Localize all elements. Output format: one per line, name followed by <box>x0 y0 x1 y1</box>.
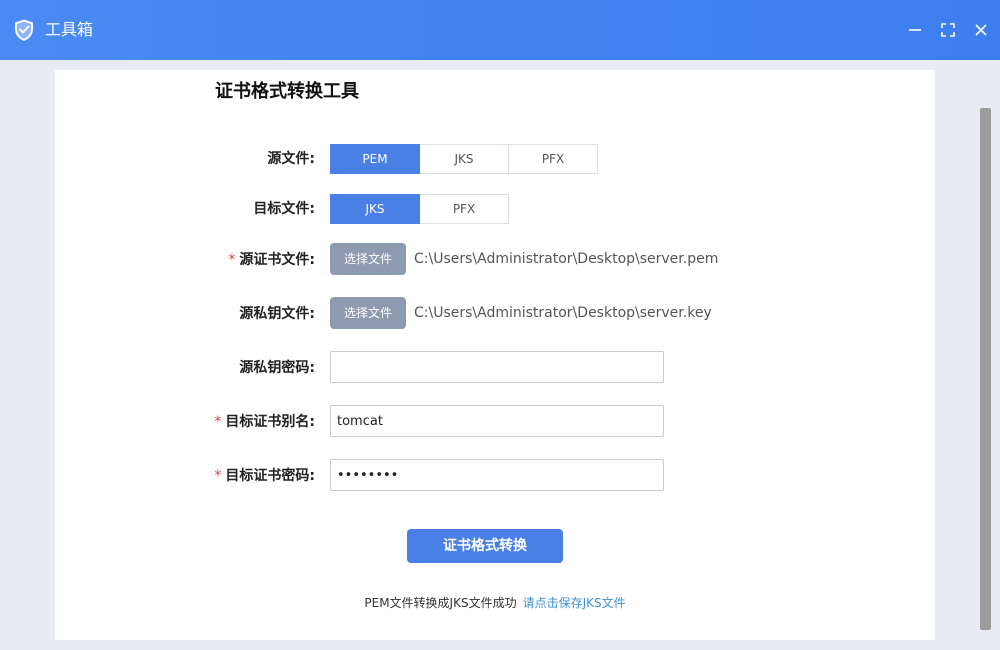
maximize-button[interactable] <box>938 20 958 40</box>
page-title: 证书格式转换工具 <box>215 81 359 102</box>
target-alias-row: * 目标证书别名: <box>55 405 935 439</box>
source-key-password-label: 源私钥密码: <box>239 360 315 376</box>
required-mark: * <box>214 414 222 430</box>
convert-button[interactable]: 证书格式转换 <box>407 529 563 563</box>
source-key-row: 源私钥文件: 选择文件 C:\Users\Administrator\Deskt… <box>55 297 935 331</box>
close-icon <box>975 24 987 36</box>
choose-source-key-button[interactable]: 选择文件 <box>330 297 406 329</box>
target-alias-label: * 目标证书别名: <box>214 405 315 439</box>
minimize-button[interactable] <box>905 20 925 40</box>
status-message: PEM文件转换成JKS文件成功 <box>364 596 517 610</box>
main-panel: 证书格式转换工具 源文件: PEM JKS PFX 目标文件: JKS PFX … <box>55 70 935 640</box>
title-bar: 工具箱 <box>0 0 1000 60</box>
source-key-password-row: 源私钥密码: <box>55 351 935 385</box>
source-format-option-pem[interactable]: PEM <box>330 144 420 174</box>
target-alias-label-text: 目标证书别名: <box>225 414 315 430</box>
source-format-label: 源文件: <box>267 151 315 167</box>
shield-check-icon <box>12 18 36 42</box>
target-format-segmented: JKS PFX <box>330 194 509 224</box>
save-jks-link[interactable]: 请点击保存JKS文件 <box>523 596 626 610</box>
source-cert-row: * 源证书文件: 选择文件 C:\Users\Administrator\Desk… <box>55 243 935 277</box>
target-format-label: 目标文件: <box>253 201 315 217</box>
source-cert-label-text: 源证书文件: <box>239 252 315 268</box>
source-format-option-pfx[interactable]: PFX <box>509 144 598 174</box>
source-format-option-jks[interactable]: JKS <box>420 144 509 174</box>
target-password-label: * 目标证书密码: <box>214 459 315 493</box>
target-format-option-jks[interactable]: JKS <box>330 194 420 224</box>
source-key-path: C:\Users\Administrator\Desktop\server.ke… <box>414 305 712 321</box>
source-key-label: 源私钥文件: <box>239 306 315 322</box>
required-mark: * <box>228 252 236 268</box>
target-format-row: 目标文件: JKS PFX <box>55 192 935 226</box>
source-format-segmented: PEM JKS PFX <box>330 144 598 174</box>
source-cert-path: C:\Users\Administrator\Desktop\server.pe… <box>414 251 719 267</box>
choose-source-cert-button[interactable]: 选择文件 <box>330 243 406 275</box>
target-alias-input[interactable] <box>330 405 664 437</box>
target-format-option-pfx[interactable]: PFX <box>420 194 509 224</box>
minimize-icon <box>909 29 921 31</box>
target-password-row: * 目标证书密码: <box>55 459 935 493</box>
status-message-bar: PEM文件转换成JKS文件成功 请点击保存JKS文件 <box>55 593 935 613</box>
required-mark: * <box>214 468 222 484</box>
source-format-row: 源文件: PEM JKS PFX <box>55 142 935 176</box>
target-password-label-text: 目标证书密码: <box>225 468 315 484</box>
source-cert-label: * 源证书文件: <box>228 243 315 277</box>
window-title: 工具箱 <box>45 20 94 39</box>
close-button[interactable] <box>971 20 991 40</box>
vertical-scrollbar[interactable] <box>980 108 991 630</box>
target-password-input[interactable] <box>330 459 664 491</box>
maximize-icon <box>941 23 955 37</box>
source-key-password-input[interactable] <box>330 351 664 383</box>
app-window: 工具箱 证书格式转换工具 源文件: PEM JKS PFX 目标文件: JKS … <box>0 0 1000 650</box>
